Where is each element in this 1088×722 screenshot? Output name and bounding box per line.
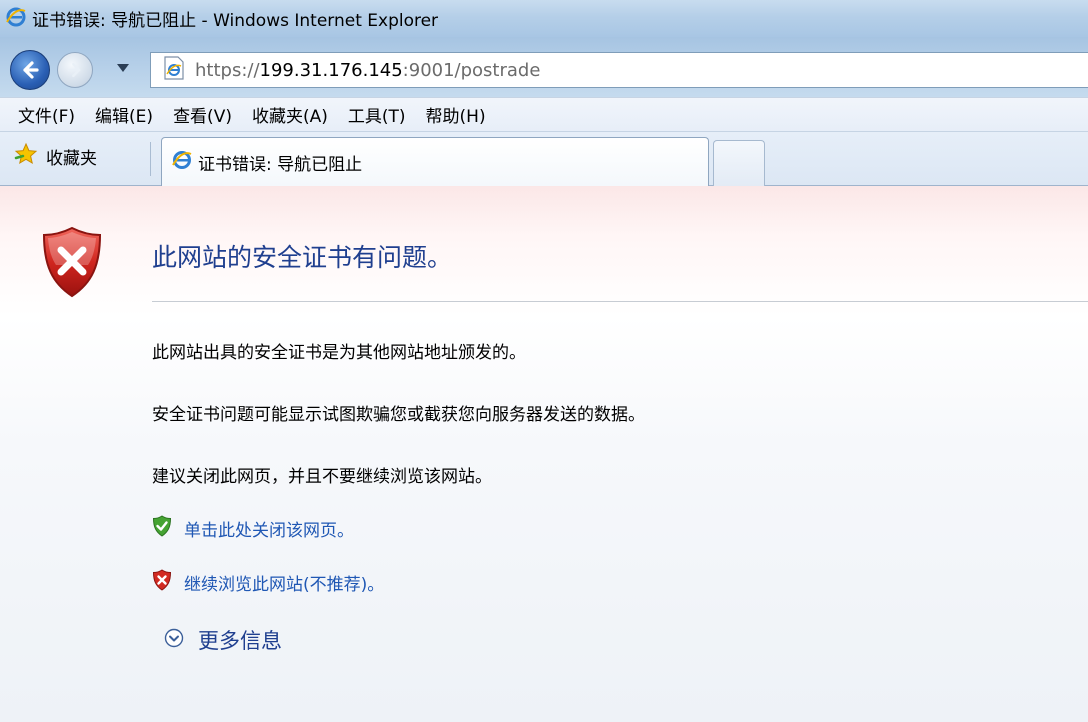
address-toolbar: https://199.31.176.145:9001/postrade <box>0 37 1088 97</box>
close-page-label: 单击此处关闭该网页。 <box>184 521 354 541</box>
title-bar: 证书错误: 导航已阻止 - Windows Internet Explorer <box>0 0 1088 37</box>
url-path: :9001/postrade <box>402 59 541 81</box>
menu-help[interactable]: 帮助(H) <box>416 102 496 127</box>
close-page-link[interactable]: 单击此处关闭该网页。 <box>152 515 354 542</box>
favorites-label: 收藏夹 <box>46 149 97 169</box>
tab-separator <box>150 142 151 176</box>
paragraph-cert-risk: 安全证书问题可能显示试图欺骗您或截获您向服务器发送的数据。 <box>152 405 645 425</box>
forward-button[interactable] <box>57 52 93 88</box>
back-arrow-icon <box>23 61 39 79</box>
tab-current[interactable]: 证书错误: 导航已阻止 <box>161 137 709 186</box>
continue-to-site-link[interactable]: 继续浏览此网站(不推荐)。 <box>152 569 384 596</box>
forward-arrow-icon <box>67 62 81 78</box>
more-information-toggle[interactable]: 更多信息 <box>164 625 282 655</box>
menu-tools[interactable]: 工具(T) <box>338 102 416 127</box>
green-shield-check-icon <box>152 515 172 542</box>
star-icon <box>14 142 38 171</box>
ie-icon <box>172 150 192 174</box>
ie-icon <box>6 7 26 31</box>
tab-bar: 收藏夹 证书错误: 导航已阻止 <box>0 132 1088 186</box>
url-scheme: https:// <box>195 59 260 81</box>
favorites-button[interactable]: 收藏夹 <box>14 142 97 171</box>
menu-bar: 文件(F) 编辑(E) 查看(V) 收藏夹(A) 工具(T) 帮助(H) <box>0 97 1088 132</box>
error-page: 此网站的安全证书有问题。 此网站出具的安全证书是为其他网站地址颁发的。 安全证书… <box>0 186 1088 722</box>
back-button[interactable] <box>10 50 50 90</box>
menu-file[interactable]: 文件(F) <box>0 102 85 127</box>
red-shield-x-icon <box>40 225 104 303</box>
menu-edit[interactable]: 编辑(E) <box>85 102 163 127</box>
page-title: 此网站的安全证书有问题。 <box>152 243 453 272</box>
new-tab-button[interactable] <box>713 140 765 186</box>
red-shield-x-icon <box>152 569 172 596</box>
menu-favorites[interactable]: 收藏夹(A) <box>242 102 338 127</box>
ie-window: 证书错误: 导航已阻止 - Windows Internet Explorer <box>0 0 1088 722</box>
url-host: 199.31.176.145 <box>259 59 403 81</box>
paragraph-cert-mismatch: 此网站出具的安全证书是为其他网站地址颁发的。 <box>152 343 526 363</box>
heading-divider <box>152 301 1088 302</box>
window-title: 证书错误: 导航已阻止 - Windows Internet Explorer <box>32 11 439 31</box>
tab-title: 证书错误: 导航已阻止 <box>198 154 363 175</box>
address-bar[interactable]: https://199.31.176.145:9001/postrade <box>150 52 1088 88</box>
menu-view[interactable]: 查看(V) <box>163 102 242 127</box>
chevron-down-circle-icon <box>164 628 184 653</box>
ie-page-icon <box>163 56 185 84</box>
paragraph-recommendation: 建议关闭此网页，并且不要继续浏览该网站。 <box>152 467 492 487</box>
more-information-label: 更多信息 <box>198 629 282 653</box>
continue-to-site-label: 继续浏览此网站(不推荐)。 <box>184 575 385 595</box>
recent-pages-dropdown[interactable] <box>117 64 129 72</box>
url-text: https://199.31.176.145:9001/postrade <box>195 60 540 81</box>
